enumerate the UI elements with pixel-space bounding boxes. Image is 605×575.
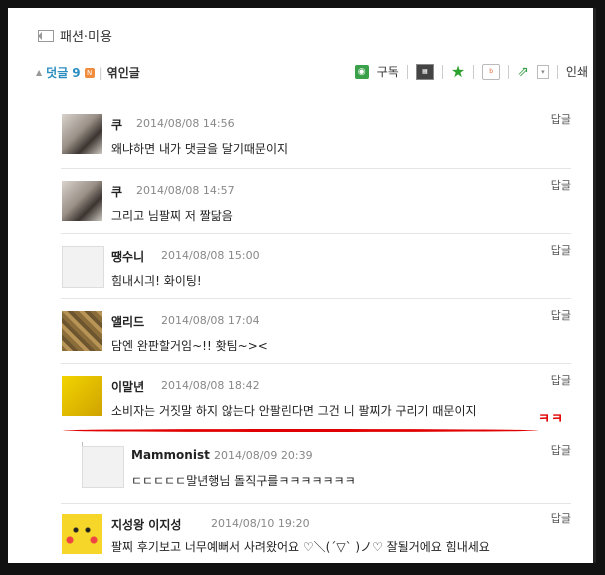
comment-item: 지성왕 이지성 2014/08/10 19:20 팔찌 후기보고 너무예뻐서 사… [61, 504, 571, 563]
avatar[interactable] [62, 114, 102, 154]
category-icon [38, 29, 54, 42]
comment-date: 2014/08/08 15:00 [161, 249, 260, 262]
avatar[interactable] [62, 376, 102, 416]
reply-button[interactable]: 답글 [551, 442, 571, 458]
avatar[interactable] [82, 446, 124, 488]
share-dropdown-icon[interactable]: ▾ [536, 64, 549, 79]
comment-date: 2014/08/10 19:20 [211, 517, 310, 530]
comment-author[interactable]: 앨리드 [111, 313, 144, 330]
comment-author[interactable]: 쿠 [111, 183, 122, 200]
comment-text: 소비자는 거짓말 하지 않는다 안팔린다면 그건 니 팔찌가 구리기 때문이지 [111, 404, 477, 418]
comment-item: 앨리드 2014/08/08 17:04 담엔 완판할거임~!! 홧팀~>< 답… [61, 299, 571, 364]
avatar[interactable] [62, 246, 104, 288]
reply-button[interactable]: 답글 [551, 307, 571, 323]
comments-count: 9 [72, 65, 81, 80]
subscribe-link[interactable]: 구독 [377, 63, 399, 80]
reply-button[interactable]: 답글 [551, 111, 571, 127]
red-annotation-text: ㅋㅋ [538, 412, 564, 427]
comment-reply-item: Mammonist 2014/08/09 20:39 ㄷㄷㄷㄷㄷ말년행님 돌직구… [61, 434, 571, 504]
favorite-star-icon[interactable]: ★ [451, 63, 465, 79]
reply-button[interactable]: 답글 [551, 372, 571, 388]
toolbar-separator [508, 64, 510, 79]
avatar[interactable] [62, 181, 102, 221]
comment-date: 2014/08/08 18:42 [161, 379, 260, 392]
comment-item: 땡수니 2014/08/08 15:00 힘내시긔! 화이팅! 답글 [61, 234, 571, 299]
comment-item: 쿠 2014/08/08 14:57 그리고 님팔찌 저 짤닮음 답글 [61, 169, 571, 234]
avatar[interactable] [62, 311, 102, 351]
reply-button[interactable]: 답글 [551, 177, 571, 193]
gallery-icon[interactable]: ▦ [415, 63, 434, 80]
comment-date: 2014/08/08 14:56 [136, 117, 235, 130]
comment-author[interactable]: 지성왕 이지성 [111, 516, 181, 533]
red-underline-annotation [63, 429, 538, 432]
comment-text: 팔찌 후기보고 너무예뻐서 사려왔어요 ♡＼(ˊ▽ˋ )ノ♡ 잘될거에요 힘내세… [111, 540, 490, 554]
toolbar-right: ◉ 구독 ▦ ★ b ⇗ ▾ 인쇄 [354, 63, 588, 80]
comment-author[interactable]: 땡수니 [111, 248, 144, 265]
blog-icon[interactable]: b [482, 63, 501, 80]
comment-date: 2014/08/09 20:39 [214, 449, 313, 462]
comment-text: 그리고 님팔찌 저 짤닮음 [111, 209, 233, 223]
comment-item: 이말년 2014/08/08 18:42 소비자는 거짓말 하지 않는다 안팔린… [61, 364, 571, 434]
comments-toggle[interactable]: 덧글 [46, 64, 68, 81]
toolbar-separator [441, 64, 443, 79]
reply-button[interactable]: 답글 [551, 510, 571, 526]
comment-author[interactable]: 쿠 [111, 116, 122, 133]
comment-author[interactable]: Mammonist [131, 448, 210, 462]
share-icon[interactable]: ⇗ [517, 64, 529, 80]
comment-text: 담엔 완판할거임~!! 홧팀~>< [111, 339, 268, 353]
comment-text: 왜냐하면 내가 댓글을 달기때문이지 [111, 142, 289, 156]
blog-comments-frame: 패션·미용 ▲ 덧글 9 N | 엮인글 ◉ 구독 ▦ ★ b ⇗ ▾ 인쇄 쿠… [8, 8, 596, 563]
category-link[interactable]: 패션·미용 [38, 26, 112, 45]
print-link[interactable]: 인쇄 [566, 63, 588, 80]
comment-author[interactable]: 이말년 [111, 378, 144, 395]
new-badge: N [84, 67, 95, 78]
toolbar-separator [473, 64, 475, 79]
related-posts-link[interactable]: 엮인글 [107, 64, 140, 81]
reply-button[interactable]: 답글 [551, 242, 571, 258]
comment-text-continued: ㅋㅋ [111, 558, 133, 563]
comment-date: 2014/08/08 14:57 [136, 184, 235, 197]
toolbar-left: ▲ 덧글 9 N | 엮인글 [36, 64, 140, 81]
comment-date: 2014/08/08 17:04 [161, 314, 260, 327]
comment-text: 힘내시긔! 화이팅! [111, 274, 202, 288]
comment-item: 쿠 2014/08/08 14:56 왜냐하면 내가 댓글을 달기때문이지 답글 [61, 104, 571, 169]
category-label: 패션·미용 [60, 30, 112, 45]
toolbar-divider: | [98, 65, 103, 80]
toolbar-separator [556, 64, 558, 79]
rss-icon[interactable]: ◉ [354, 64, 369, 79]
comment-text: ㄷㄷㄷㄷㄷ말년행님 돌직구를ㅋㅋㅋㅋㅋㅋㅋ [131, 474, 356, 488]
toolbar-separator [406, 64, 408, 79]
post-toolbar: ▲ 덧글 9 N | 엮인글 ◉ 구독 ▦ ★ b ⇗ ▾ 인쇄 [36, 60, 588, 84]
avatar[interactable] [62, 514, 102, 554]
collapse-arrow-icon[interactable]: ▲ [36, 68, 42, 77]
